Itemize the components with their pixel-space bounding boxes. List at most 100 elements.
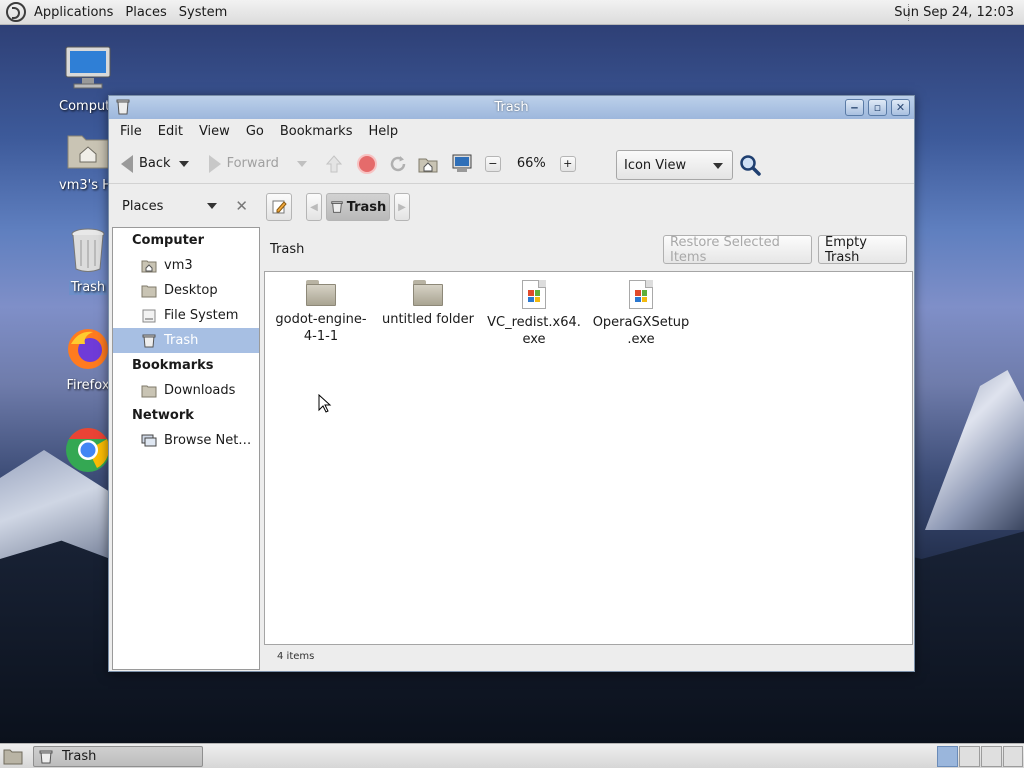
back-arrow-icon <box>121 154 133 173</box>
file-name-line2: .exe <box>627 332 655 347</box>
menu-view[interactable]: View <box>191 124 238 139</box>
top-panel: Applications Places System Sun Sep 24, 1… <box>0 0 1024 25</box>
file-name-line1: OperaGXSetup <box>592 315 690 330</box>
desktop-icon-label: Trash <box>68 280 108 295</box>
file-name-line2: 4-1-1 <box>303 329 339 344</box>
location-bar: ◀ Trash ▶ <box>266 192 410 222</box>
sidebar-item-vm3[interactable]: vm3 <box>113 253 259 278</box>
trash-icon <box>71 228 105 272</box>
workspace-4[interactable] <box>1003 746 1023 767</box>
trash-icon <box>39 750 53 763</box>
home-icon[interactable] <box>417 153 439 175</box>
menu-go[interactable]: Go <box>238 124 272 139</box>
sidebar-item-downloads[interactable]: Downloads <box>113 378 259 403</box>
file-item[interactable]: VC_redist.x64. exe <box>484 280 584 348</box>
path-scroll-right-button[interactable]: ▶ <box>394 193 410 221</box>
sidebar-item-trash[interactable]: Trash <box>113 328 259 353</box>
executable-icon <box>629 280 653 309</box>
stop-icon[interactable] <box>356 153 377 174</box>
forward-history-dropdown[interactable] <box>293 149 311 179</box>
menu-bookmarks[interactable]: Bookmarks <box>272 124 361 139</box>
zoom-in-button[interactable]: + <box>559 155 576 172</box>
sidebar-section-bookmarks: Bookmarks <box>132 358 214 373</box>
folder-icon <box>413 280 443 306</box>
trash-icon <box>331 201 343 213</box>
sidebar-item-label: Desktop <box>164 283 218 298</box>
edit-icon <box>272 200 287 214</box>
system-menu[interactable]: System <box>173 0 233 25</box>
file-name-line1: VC_redist.x64. <box>487 315 581 330</box>
sidebar-item-label: Trash <box>164 333 199 348</box>
path-scroll-left-button[interactable]: ◀ <box>306 193 322 221</box>
search-icon[interactable] <box>739 154 761 176</box>
empty-trash-button[interactable]: Empty Trash <box>818 235 907 265</box>
taskbar-item-label: Trash <box>62 749 97 764</box>
bottom-panel: Trash <box>0 743 1024 768</box>
folder-icon <box>141 385 157 397</box>
trash-icon <box>142 334 156 347</box>
close-button[interactable]: ✕ <box>891 99 910 116</box>
computer-icon[interactable] <box>451 153 473 175</box>
home-folder-icon <box>141 260 157 272</box>
close-sidebar-icon[interactable]: ✕ <box>235 197 248 215</box>
file-icon-view[interactable]: godot-engine- 4-1-1 untitled folder VC_r… <box>264 271 913 645</box>
sidebar-section-network: Network <box>132 408 194 423</box>
sidebar-section-computer: Computer <box>132 233 205 248</box>
workspace-1[interactable] <box>937 746 958 767</box>
workspace-3[interactable] <box>981 746 1002 767</box>
file-item[interactable]: godot-engine- 4-1-1 <box>271 280 371 345</box>
back-button[interactable]: Back <box>117 149 175 179</box>
firefox-icon <box>68 329 108 369</box>
toggle-location-entry-button[interactable] <box>266 193 292 221</box>
file-name-line1: untitled folder <box>381 312 474 327</box>
restore-selected-button[interactable]: Restore Selected Items <box>663 235 812 265</box>
file-item[interactable]: OperaGXSetup .exe <box>591 280 691 348</box>
back-history-dropdown[interactable] <box>175 149 193 179</box>
workspace-2[interactable] <box>959 746 980 767</box>
zoom-level: 66% <box>516 156 546 171</box>
forward-arrow-icon <box>208 154 221 173</box>
sidebar-item-file-system[interactable]: File System <box>113 303 259 328</box>
applications-menu[interactable]: Applications <box>28 0 119 25</box>
path-crumb-label: Trash <box>346 199 387 215</box>
path-crumb-trash[interactable]: Trash <box>326 193 390 221</box>
distro-logo-icon[interactable] <box>6 2 26 22</box>
reload-icon[interactable] <box>387 153 409 175</box>
desktop-icon-label: Firefox <box>66 378 110 393</box>
file-manager-window[interactable]: Trash ‒ ▫ ✕ File Edit View Go Bookmarks … <box>108 95 915 672</box>
sidebar-type-label[interactable]: Places <box>122 199 163 214</box>
sidebar-item-label: Browse Net… <box>164 433 252 448</box>
sidebar-item-label: vm3 <box>164 258 193 273</box>
computer-icon <box>65 46 111 89</box>
zoom-out-button[interactable]: − <box>484 155 501 172</box>
taskbar-item-trash[interactable]: Trash <box>33 746 203 767</box>
show-desktop-icon[interactable] <box>3 747 23 765</box>
clock[interactable]: Sun Sep 24, 12:03 <box>894 0 1014 25</box>
chevron-down-icon[interactable] <box>207 203 218 209</box>
folder-icon <box>306 280 336 306</box>
places-menu[interactable]: Places <box>119 0 172 25</box>
network-icon <box>141 434 157 446</box>
sidebar-item-desktop[interactable]: Desktop <box>113 278 259 303</box>
window-titlebar[interactable]: Trash ‒ ▫ ✕ <box>109 96 914 119</box>
sidebar-header: Places ✕ <box>109 185 261 227</box>
chevron-down-icon <box>713 163 723 169</box>
window-title: Trash <box>494 100 529 115</box>
maximize-button[interactable]: ▫ <box>868 99 887 116</box>
forward-button[interactable]: Forward <box>205 149 283 179</box>
back-label: Back <box>139 156 171 171</box>
minimize-button[interactable]: ‒ <box>845 99 864 116</box>
sidebar-item-label: File System <box>164 308 239 323</box>
file-item[interactable]: untitled folder <box>378 280 478 328</box>
mouse-cursor-icon <box>318 394 332 413</box>
menu-file[interactable]: File <box>112 124 150 139</box>
menubar: File Edit View Go Bookmarks Help <box>109 119 914 144</box>
up-arrow-icon[interactable] <box>323 153 345 175</box>
sidebar-item-browse-network[interactable]: Browse Net… <box>113 428 259 453</box>
drive-icon <box>142 309 156 322</box>
view-mode-select[interactable]: Icon View <box>616 150 733 180</box>
chrome-icon <box>66 428 110 472</box>
menu-edit[interactable]: Edit <box>150 124 191 139</box>
menu-help[interactable]: Help <box>360 124 406 139</box>
wallpaper-mountain-right <box>925 370 1024 530</box>
